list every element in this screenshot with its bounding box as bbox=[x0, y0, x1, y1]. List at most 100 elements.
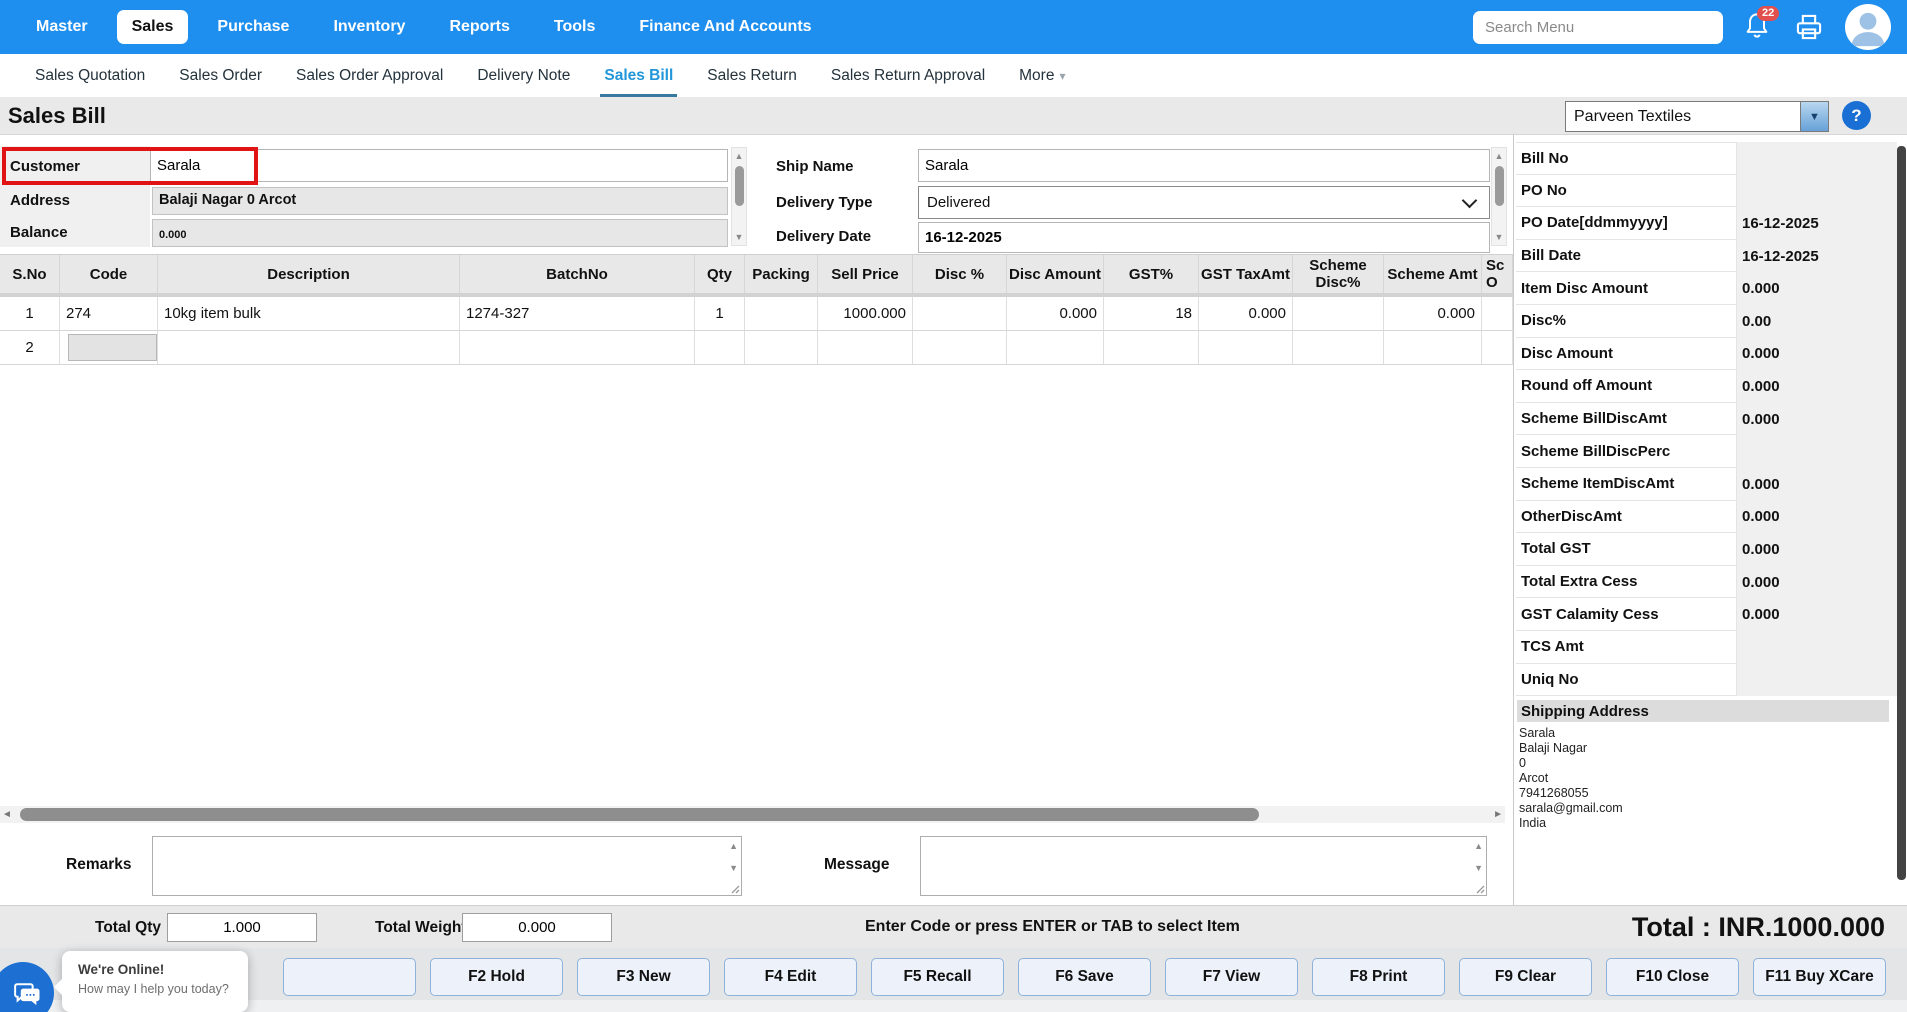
scroll-up-icon[interactable]: ▲ bbox=[1492, 151, 1506, 161]
fn-button-f4-edit[interactable]: F4 Edit bbox=[724, 958, 857, 996]
nav-item-reports[interactable]: Reports bbox=[434, 10, 524, 44]
page-title-bar: Sales Bill Parveen Textiles ▼ ? bbox=[0, 97, 1907, 135]
cell-r2-c11[interactable] bbox=[1199, 331, 1293, 365]
delivery-type-select[interactable]: Delivered bbox=[918, 186, 1490, 219]
ship-name-input[interactable] bbox=[918, 149, 1490, 182]
primary-nav: Master Sales Purchase Inventory Reports Tools… bbox=[0, 10, 834, 44]
scroll-down-icon[interactable]: ▼ bbox=[1492, 232, 1506, 242]
tab-sales-bill[interactable]: Sales Bill bbox=[600, 54, 678, 97]
hscroll-thumb[interactable] bbox=[20, 808, 1259, 821]
scroll-up-icon[interactable]: ▲ bbox=[729, 841, 738, 851]
scroll-down-icon[interactable]: ▼ bbox=[732, 232, 746, 242]
customer-form-scrollbar[interactable]: ▲ ▼ bbox=[731, 147, 747, 246]
help-button[interactable]: ? bbox=[1842, 101, 1871, 130]
cell-r2-c13[interactable] bbox=[1384, 331, 1482, 365]
tab-delivery-note[interactable]: Delivery Note bbox=[477, 54, 570, 97]
company-select[interactable]: Parveen Textiles ▼ bbox=[1565, 101, 1829, 132]
delivery-date-label: Delivery Date bbox=[776, 228, 872, 245]
cell-r2-c10[interactable] bbox=[1104, 331, 1199, 365]
scroll-down-icon[interactable]: ▼ bbox=[729, 863, 738, 873]
summary-value bbox=[1737, 174, 1897, 208]
cell-r2-c5[interactable] bbox=[695, 331, 745, 365]
tab-sales-order-approval[interactable]: Sales Order Approval bbox=[296, 54, 443, 97]
tab-sales-quotation[interactable]: Sales Quotation bbox=[35, 54, 145, 97]
cell-r2-c4[interactable] bbox=[460, 331, 695, 365]
cell-r1-c8 bbox=[913, 297, 1007, 331]
fn-button-f11-buy-xcare[interactable]: F11 Buy XCare bbox=[1753, 958, 1886, 996]
tab-more[interactable]: More ▾ bbox=[1019, 54, 1065, 97]
total-weight-input[interactable] bbox=[462, 913, 612, 942]
column-header-disc-amount: Disc Amount bbox=[1007, 255, 1104, 293]
notifications-button[interactable]: 22 bbox=[1743, 6, 1780, 44]
bottom-strip bbox=[0, 1000, 1907, 1012]
fn-button-f7-view[interactable]: F7 View bbox=[1165, 958, 1298, 996]
fn-button-f2-hold[interactable]: F2 Hold bbox=[430, 958, 563, 996]
cell-r2-c9[interactable] bbox=[1007, 331, 1104, 365]
cell-r2-c7[interactable] bbox=[818, 331, 913, 365]
scroll-down-icon[interactable]: ▼ bbox=[1474, 863, 1483, 873]
item-entry-hint: Enter Code or press ENTER or TAB to sele… bbox=[865, 918, 1240, 935]
cell-r2-c2[interactable] bbox=[60, 331, 158, 365]
scroll-right-icon[interactable]: ► bbox=[1493, 807, 1503, 822]
resize-grip-icon[interactable] bbox=[728, 882, 740, 894]
table-horizontal-scrollbar[interactable]: ◄ ► bbox=[0, 806, 1505, 823]
tab-sales-return-approval[interactable]: Sales Return Approval bbox=[831, 54, 985, 97]
fn-button-f6-save[interactable]: F6 Save bbox=[1018, 958, 1151, 996]
fn-button-f9-clear[interactable]: F9 Clear bbox=[1459, 958, 1592, 996]
summary-value bbox=[1737, 663, 1897, 697]
company-select-arrow-icon[interactable]: ▼ bbox=[1800, 102, 1828, 131]
customer-input[interactable] bbox=[150, 149, 728, 182]
cell-r1-c4: 1274-327 bbox=[460, 297, 695, 331]
table-row: 1 274 10kg item bulk 1274-327 1 1000.000 0.000… bbox=[0, 297, 1513, 331]
nav-item-tools[interactable]: Tools bbox=[539, 10, 610, 44]
resize-grip-icon[interactable] bbox=[1473, 882, 1485, 894]
fn-button-f8-print[interactable]: F8 Print bbox=[1312, 958, 1445, 996]
user-avatar[interactable] bbox=[1845, 4, 1891, 50]
message-textarea[interactable]: ▲ ▼ bbox=[920, 836, 1487, 896]
fn-button-f10-close[interactable]: F10 Close bbox=[1606, 958, 1739, 996]
cell-r2-c14[interactable] bbox=[1482, 331, 1513, 365]
summary-row-disc: Disc% 0.00 bbox=[1516, 304, 1897, 338]
item-code-input[interactable] bbox=[68, 334, 157, 361]
remarks-textarea[interactable]: ▲ ▼ bbox=[152, 836, 742, 896]
scroll-left-icon[interactable]: ◄ bbox=[2, 807, 12, 822]
nav-item-finance-and-accounts[interactable]: Finance And Accounts bbox=[624, 10, 826, 44]
cell-r2-c12[interactable] bbox=[1293, 331, 1384, 365]
column-header-scheme-disc: Scheme Disc% bbox=[1293, 255, 1384, 293]
search-input[interactable] bbox=[1473, 10, 1723, 44]
fn-button-f5-recall[interactable]: F5 Recall bbox=[871, 958, 1004, 996]
scroll-up-icon[interactable]: ▲ bbox=[1474, 841, 1483, 851]
total-qty-input[interactable] bbox=[167, 913, 317, 942]
cell-r2-c1[interactable]: 2 bbox=[0, 331, 60, 365]
cell-r2-c6[interactable] bbox=[745, 331, 818, 365]
fn-button-blank[interactable] bbox=[283, 958, 416, 996]
ship-form-scrollbar[interactable]: ▲ ▼ bbox=[1491, 147, 1507, 246]
tab-sales-order[interactable]: Sales Order bbox=[179, 54, 262, 97]
cell-r2-c8[interactable] bbox=[913, 331, 1007, 365]
tab-sales-return[interactable]: Sales Return bbox=[707, 54, 797, 97]
page-scrollbar[interactable] bbox=[1897, 146, 1906, 880]
nav-item-sales[interactable]: Sales bbox=[116, 10, 189, 44]
nav-item-purchase[interactable]: Purchase bbox=[202, 10, 304, 44]
nav-item-master[interactable]: Master bbox=[21, 10, 103, 44]
address-field: Balaji Nagar 0 Arcot bbox=[152, 187, 728, 215]
summary-row-otherdiscamt: OtherDiscAmt 0.000 bbox=[1516, 500, 1897, 534]
summary-label: Scheme ItemDiscAmt bbox=[1516, 467, 1737, 501]
ship-name-label: Ship Name bbox=[776, 158, 854, 175]
printer-icon bbox=[1796, 14, 1822, 40]
shipping-address-line: 0 bbox=[1519, 756, 1526, 770]
cell-r1-c10: 18 bbox=[1104, 297, 1199, 331]
summary-value: 0.000 bbox=[1737, 272, 1897, 305]
summary-row-gst-calamity-cess: GST Calamity Cess 0.000 bbox=[1516, 598, 1897, 631]
scroll-thumb[interactable] bbox=[1495, 166, 1504, 206]
chat-popup[interactable]: We're Online! How may I help you today? bbox=[54, 951, 248, 1012]
scroll-up-icon[interactable]: ▲ bbox=[732, 151, 746, 161]
scroll-thumb[interactable] bbox=[735, 166, 744, 206]
nav-item-inventory[interactable]: Inventory bbox=[318, 10, 420, 44]
shipping-address-line: Balaji Nagar bbox=[1519, 741, 1588, 755]
cell-r1-c13: 0.000 bbox=[1384, 297, 1482, 331]
delivery-date-input[interactable] bbox=[918, 222, 1490, 253]
cell-r2-c3[interactable] bbox=[158, 331, 460, 365]
fn-button-f3-new[interactable]: F3 New bbox=[577, 958, 710, 996]
print-button[interactable] bbox=[1793, 12, 1825, 42]
